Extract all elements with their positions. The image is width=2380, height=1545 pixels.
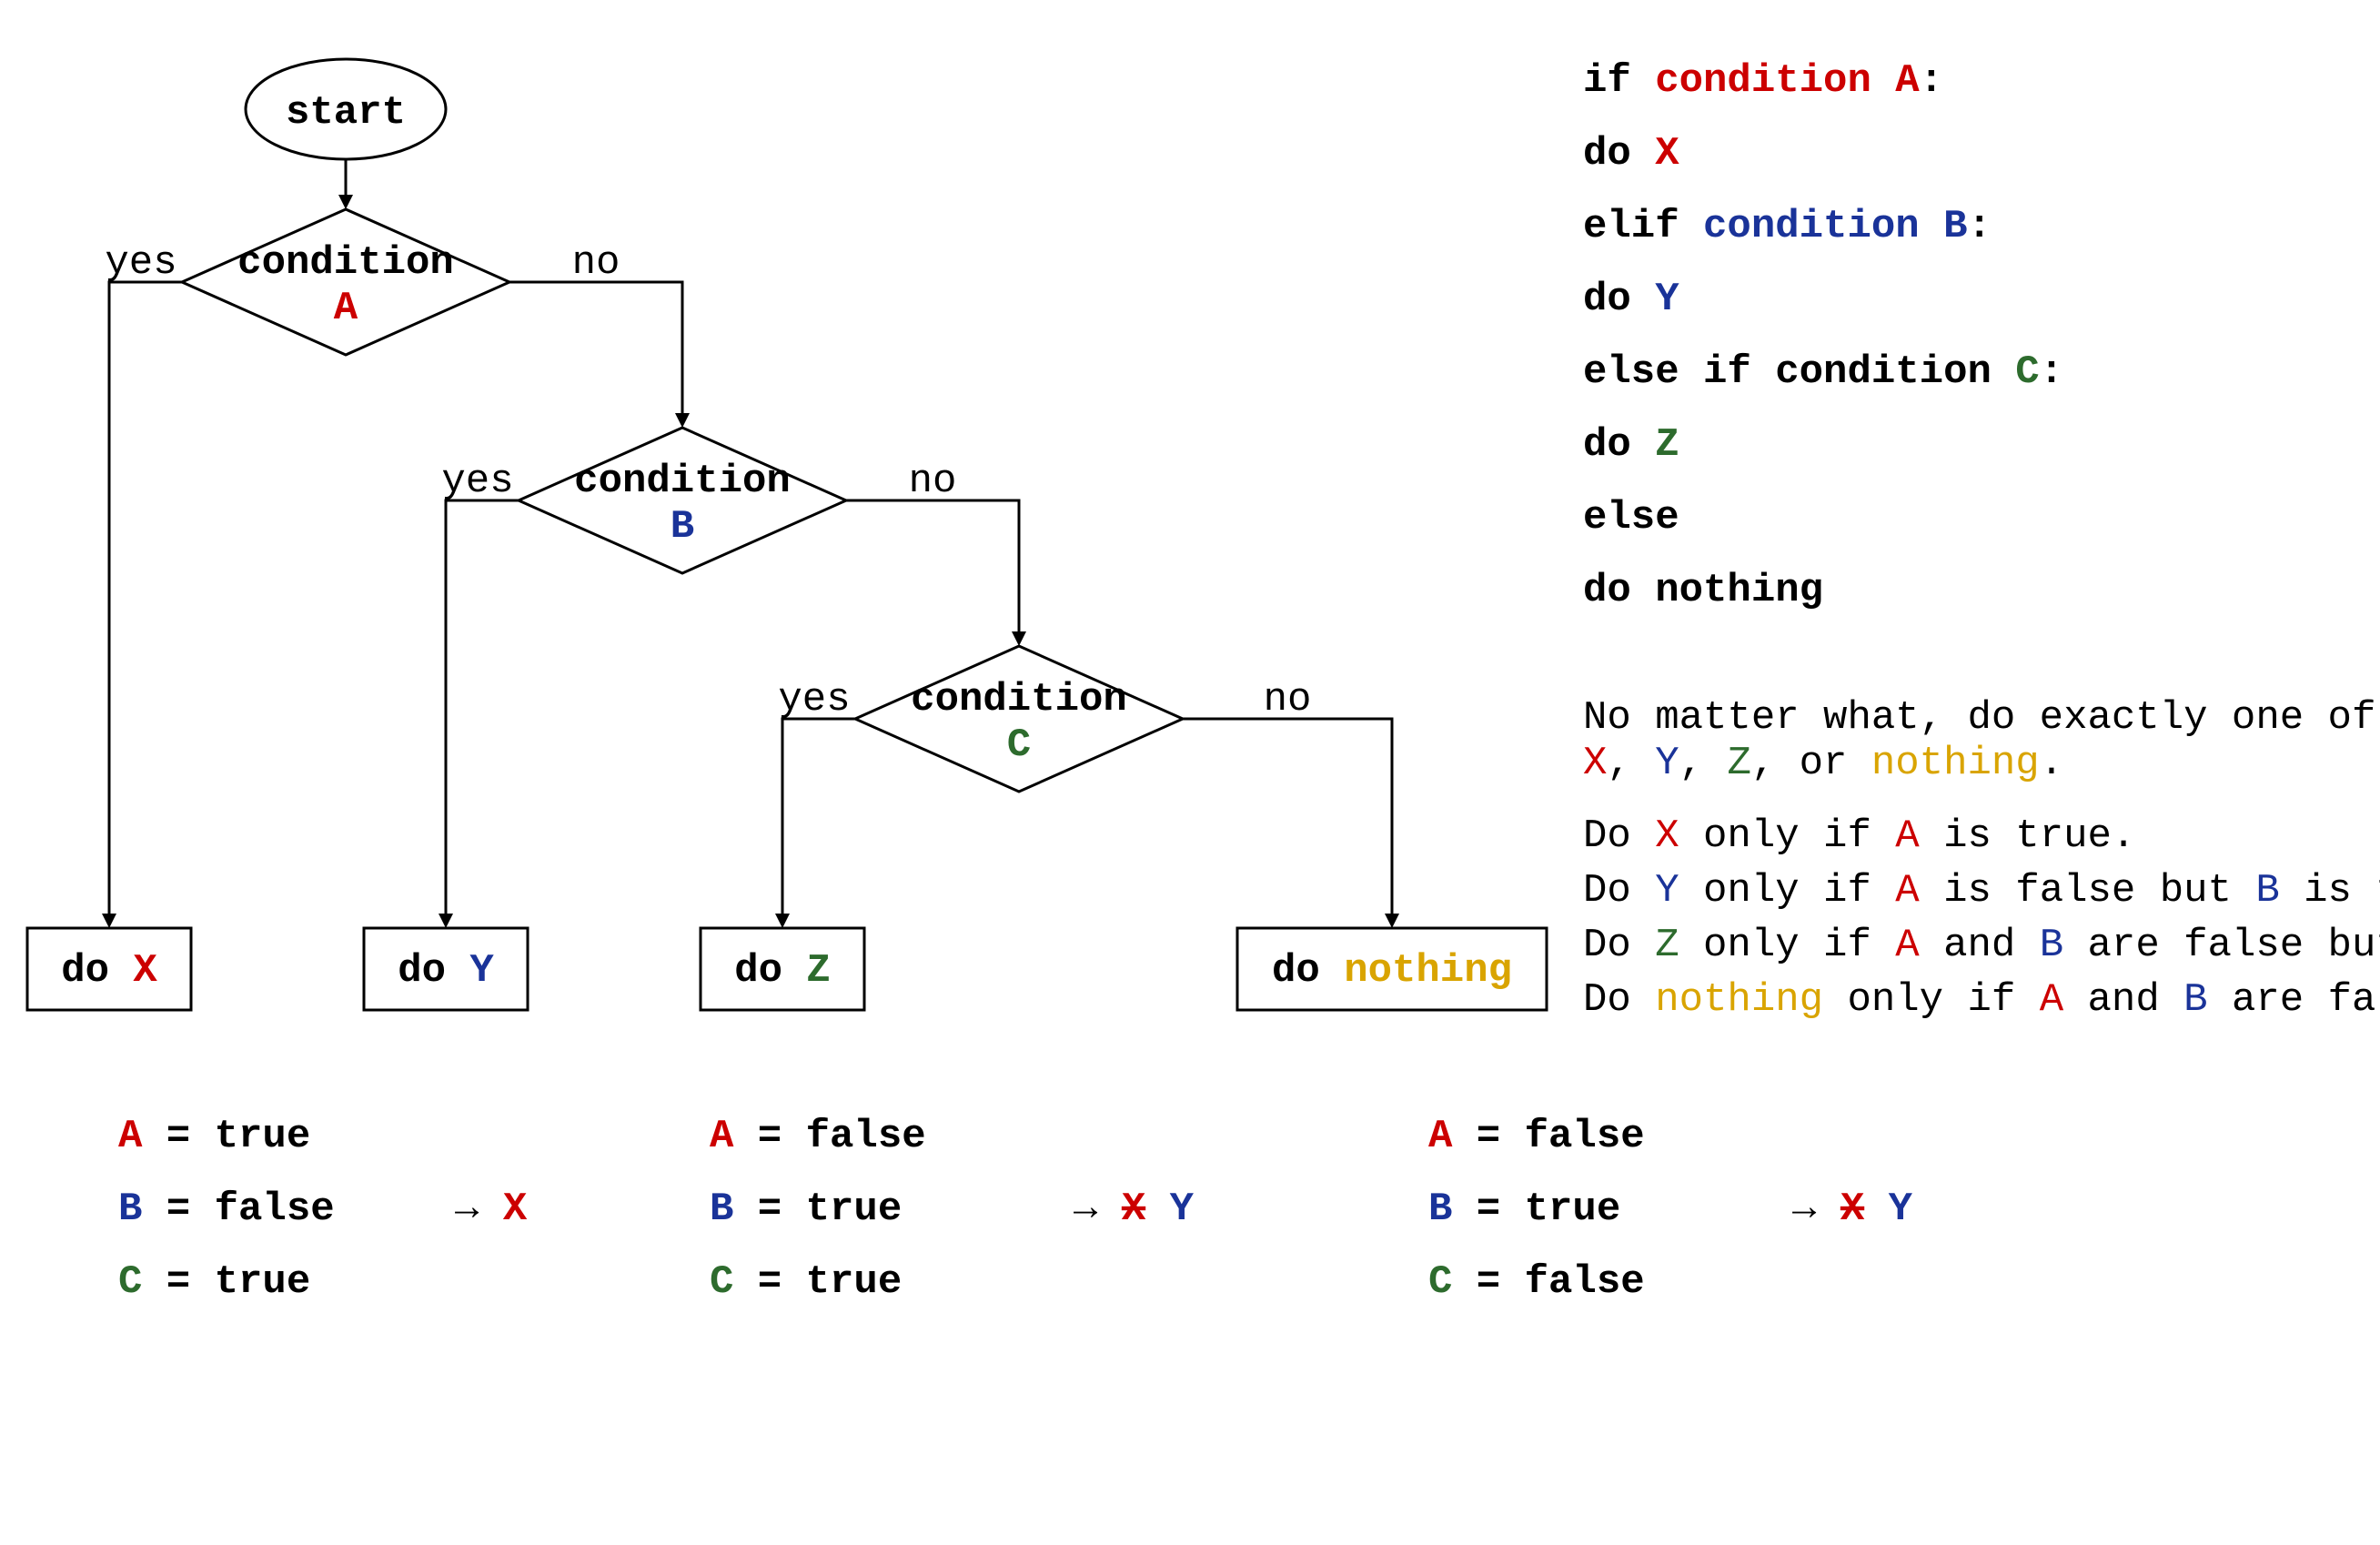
svg-text:do nothing: do nothing [1272,948,1512,994]
svg-text:do Z: do Z [1583,422,1679,468]
svg-text:A = true: A = true [118,1114,310,1159]
action-x: do X [27,928,191,1010]
svg-text:else if condition C:: else if condition C: [1583,349,2063,395]
var-b: B [671,504,694,550]
svg-text:condition: condition [237,240,454,286]
svg-text:C = true: C = true [710,1259,902,1305]
svg-text:condition: condition [574,459,791,504]
svg-text:→ X Y: → X Y [1074,1187,1195,1232]
svg-text:B = false: B = false [118,1187,335,1232]
svg-text:Do X only if A is true.: Do X only if A is true. [1583,813,2135,859]
action-nothing: do nothing [1237,928,1547,1010]
svg-text:C = true: C = true [118,1259,310,1305]
action-z: do Z [701,928,864,1010]
svg-text:elif condition B:: elif condition B: [1583,204,1992,249]
svg-text:if condition A:: if condition A: [1583,58,1943,104]
svg-text:no: no [572,240,620,286]
svg-text:no: no [1264,677,1312,722]
svg-text:A = false: A = false [1428,1114,1645,1159]
var-c: C [1007,722,1031,768]
svg-text:do X: do X [61,948,157,994]
svg-text:no: no [909,459,957,504]
svg-text:→ X Y: → X Y [1792,1187,1913,1232]
svg-text:Do Y only if A is false but B: Do Y only if A is false but B is true. [1583,868,2380,914]
svg-text:B = true: B = true [1428,1187,1620,1232]
svg-text:do Y: do Y [1583,277,1679,322]
svg-text:C = false: C = false [1428,1259,1645,1305]
svg-text:Do Z only if A and B are false: Do Z only if A and B are false but C is … [1583,923,2380,968]
svg-text:do Z: do Z [734,948,831,994]
svg-text:yes: yes [778,677,850,722]
diagram-canvas: start condition A yes no condition B [0,0,2380,1545]
start-label: start [286,90,406,136]
svg-text:yes: yes [441,459,513,504]
svg-text:yes: yes [105,240,176,286]
action-y: do Y [364,928,528,1010]
var-a: A [334,286,358,331]
svg-text:X, Y, Z, or nothing.: X, Y, Z, or nothing. [1583,741,2063,786]
svg-text:condition: condition [911,677,1127,722]
svg-text:do X: do X [1583,131,1679,177]
svg-text:do Y: do Y [398,948,494,994]
svg-text:Do nothing only if A and B are: Do nothing only if A and B are false and… [1583,977,2380,1023]
svg-text:No matter what, do exactly one: No matter what, do exactly one of [1583,695,2375,741]
svg-text:else: else [1583,495,1679,540]
svg-text:do nothing: do nothing [1583,568,1823,613]
svg-text:A = false: A = false [710,1114,926,1159]
svg-text:B = true: B = true [710,1187,902,1232]
svg-text:→ X: → X [455,1187,528,1232]
